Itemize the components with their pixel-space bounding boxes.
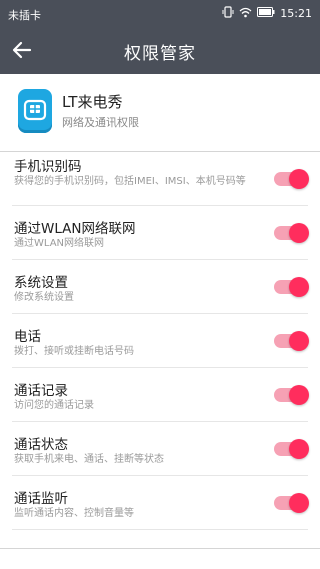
battery-icon [257, 7, 275, 20]
permission-title: 手机识别码 [14, 159, 82, 175]
app-name: LT来电秀 [62, 93, 123, 111]
permission-desc: 获取手机来电、通话、挂断等状态 [14, 454, 164, 465]
toggle-knob [289, 439, 309, 459]
carrier-label: 未插卡 [8, 9, 41, 22]
permission-row-call-log: 通话记录 访问您的通话记录 [0, 368, 320, 422]
permission-toggle[interactable] [274, 439, 309, 459]
toggle-knob [289, 223, 309, 243]
wifi-icon [239, 7, 252, 21]
permission-title: 通话记录 [14, 383, 68, 399]
permission-desc: 获得您的手机识别码，包括IMEI、IMSI、本机号码等 [14, 176, 246, 187]
app-subtitle: 网络及通讯权限 [62, 116, 139, 129]
status-icons: 15:21 [222, 6, 312, 21]
permission-toggle[interactable] [274, 277, 309, 297]
permission-title: 通话状态 [14, 437, 68, 453]
permission-desc: 通过WLAN网络联网 [14, 238, 105, 249]
toggle-knob [289, 385, 309, 405]
toggle-knob [289, 493, 309, 513]
permission-toggle[interactable] [274, 385, 309, 405]
permission-title: 通话监听 [14, 491, 68, 507]
permission-row-device-id: 手机识别码 获得您的手机识别码，包括IMEI、IMSI、本机号码等 [0, 151, 320, 206]
permission-row-call-monitor: 通话监听 监听通话内容、控制音量等 [0, 476, 320, 530]
toggle-knob [289, 331, 309, 351]
permission-desc: 监听通话内容、控制音量等 [14, 508, 134, 519]
permission-desc: 修改系统设置 [14, 292, 74, 303]
permission-toggle[interactable] [274, 331, 309, 351]
title-bar: 权限管家 [0, 27, 320, 74]
status-bar: 未插卡 15:21 [0, 0, 320, 27]
permission-title: 电话 [14, 329, 41, 345]
permission-toggle[interactable] [274, 223, 309, 243]
permission-title: 通过WLAN网络联网 [14, 221, 136, 237]
clock: 15:21 [280, 7, 312, 20]
toggle-knob [289, 277, 309, 297]
permission-row-system-settings: 系统设置 修改系统设置 [0, 260, 320, 314]
permission-title: 系统设置 [14, 275, 68, 291]
permission-desc: 拨打、接听或挂断电话号码 [14, 346, 134, 357]
permission-row-wlan: 通过WLAN网络联网 通过WLAN网络联网 [0, 206, 320, 260]
divider [12, 529, 308, 530]
app-header: LT来电秀 网络及通讯权限 [0, 74, 320, 152]
vibrate-icon [222, 6, 234, 21]
permission-row-phone: 电话 拨打、接听或挂断电话号码 [0, 314, 320, 368]
bottom-divider [0, 548, 320, 549]
permission-toggle[interactable] [274, 493, 309, 513]
permission-toggle[interactable] [274, 169, 309, 189]
app-icon [18, 89, 52, 133]
toggle-knob [289, 169, 309, 189]
permission-desc: 访问您的通话记录 [14, 400, 94, 411]
permission-row-call-state: 通话状态 获取手机来电、通话、挂断等状态 [0, 422, 320, 476]
page-title: 权限管家 [124, 44, 196, 64]
